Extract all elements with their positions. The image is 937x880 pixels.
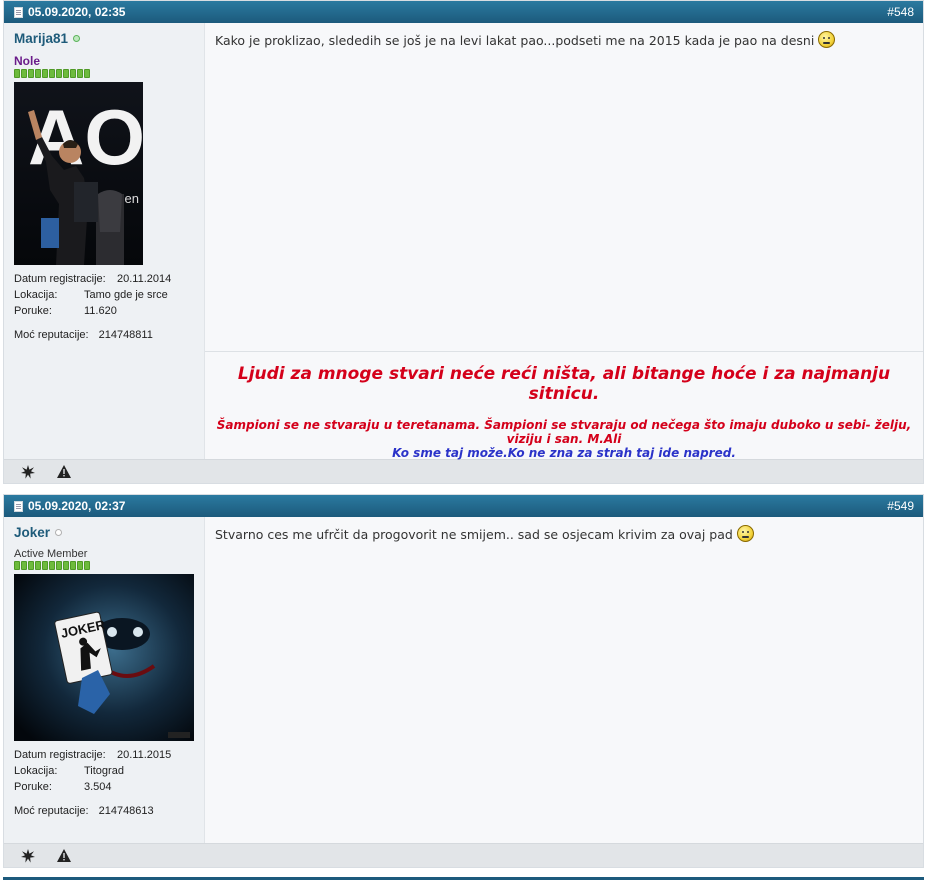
avatar-image: AO open [14,82,143,265]
message-text: Kako je proklizao, slededih se još je na… [215,33,815,48]
user-avatar[interactable]: JOKER [14,574,194,741]
avatar-image: JOKER [14,574,194,741]
post-number-link[interactable]: #548 [887,5,914,19]
rep-label: Moć reputacije: [14,805,89,817]
reputation-bar [14,69,194,78]
post-footer [4,459,923,483]
smiley-icon [736,525,754,542]
username-link[interactable]: Marija81 [14,31,68,46]
reputation-power: Moć reputacije: 214748811 [14,329,194,341]
warning-icon[interactable] [56,464,72,480]
location-label: Lokacija: [14,289,58,301]
message-text: Stvarno ces me ufrčit da progovorit ne s… [215,527,733,542]
reg-value: 20.11.2014 [117,273,172,285]
online-status-icon [73,35,81,42]
post-549: 05.09.2020, 02:37 #549 Joker Active Memb… [3,494,924,868]
reg-label: Datum registracije: [14,749,106,761]
signature: Ljudi za mnoge stvari neće reći ništa, a… [205,351,923,460]
username-link[interactable]: Joker [14,525,50,540]
rep-value: 214748613 [98,805,154,817]
location-label: Lokacija: [14,765,58,777]
post-content: Stvarno ces me ufrčit da progovorit ne s… [205,517,923,843]
reputation-power: Moć reputacije: 214748613 [14,805,194,817]
posts-value: 11.620 [84,305,117,317]
document-icon [14,6,23,18]
signature-line-1: Ljudi za mnoge stvari neće reći ništa, a… [237,364,891,404]
user-info: Joker Active Member JOKER Datum registra… [4,517,205,843]
post-content: Kako je proklizao, slededih se još je na… [205,23,923,460]
post-message: Kako je proklizao, slededih se još je na… [205,23,923,56]
offline-status-icon [55,529,63,536]
avatar-ao-text: AO [28,93,143,181]
post-message: Stvarno ces me ufrčit da progovorit ne s… [205,517,923,550]
user-stats: Datum registracije: 20.11.2015 Lokacija: T… [14,747,194,795]
post-header: 05.09.2020, 02:35 #548 [4,1,923,23]
post-header: 05.09.2020, 02:37 #549 [4,495,923,517]
location-value: Tamo gde je srce [84,289,168,301]
posts-label: Poruke: [14,781,52,793]
user-info: Marija81 Nole AO open Datum registracije… [4,23,205,459]
document-icon [14,500,23,512]
posts-label: Poruke: [14,305,52,317]
reg-label: Datum registracije: [14,273,106,285]
smiley-icon [818,31,836,48]
post-548: 05.09.2020, 02:35 #548 Marija81 Nole AO … [3,0,924,484]
post-date: 05.09.2020, 02:35 [28,5,126,19]
star-icon[interactable] [20,464,36,480]
location-value: Titograd [84,765,124,777]
user-avatar[interactable]: AO open [14,82,143,265]
rep-value: 214748811 [98,329,153,341]
signature-line-2: Šampioni se ne stvaraju u teretanama. Ša… [216,418,912,446]
post-number-link[interactable]: #549 [887,499,914,513]
rep-label: Moć reputacije: [14,329,89,341]
user-title: Nole [14,54,41,68]
user-stats: Datum registracije: 20.11.2014 Lokacija: T… [14,271,194,319]
warning-icon[interactable] [56,848,72,864]
reg-value: 20.11.2015 [117,749,172,761]
post-date: 05.09.2020, 02:37 [28,499,126,513]
signature-line-3: Ko sme taj može.Ko ne zna za strah taj i… [392,446,736,460]
star-icon[interactable] [20,848,36,864]
reputation-bar [14,561,194,570]
user-title: Active Member [14,548,88,560]
post-footer [4,843,923,867]
posts-value: 3.504 [84,781,112,793]
